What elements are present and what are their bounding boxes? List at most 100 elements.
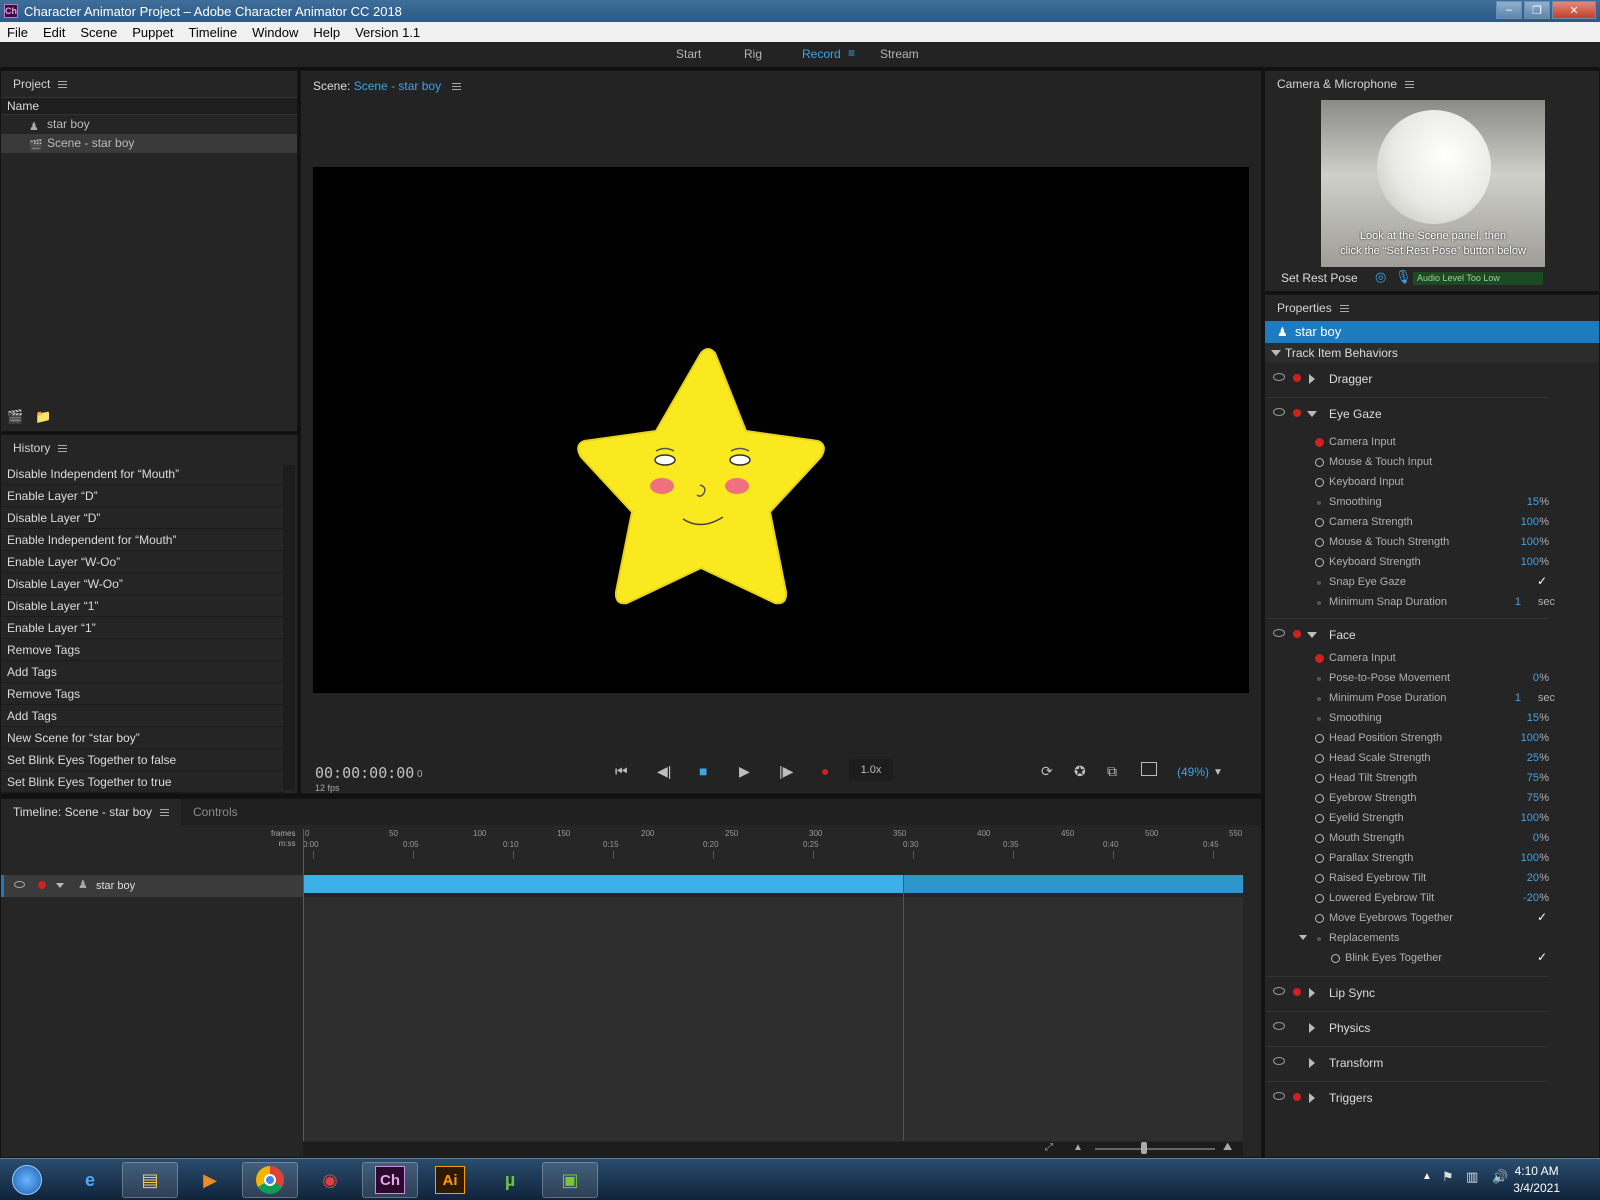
- menu-edit[interactable]: Edit: [36, 25, 73, 40]
- step-back-icon[interactable]: ◀|: [657, 763, 671, 780]
- network-icon[interactable]: ▥: [1466, 1169, 1478, 1185]
- file-explorer-icon[interactable]: ▤: [122, 1162, 178, 1198]
- panel-menu-icon[interactable]: [1405, 80, 1415, 88]
- menu-help[interactable]: Help: [306, 25, 348, 40]
- zoom-in-icon[interactable]: ⛰: [1223, 1141, 1232, 1154]
- eye-icon[interactable]: [1273, 629, 1285, 637]
- playback-speed[interactable]: 1.0x: [849, 759, 893, 781]
- arm-icon[interactable]: [1293, 1093, 1301, 1101]
- value-scrubber[interactable]: 100: [1521, 852, 1539, 864]
- history-item[interactable]: Remove Tags: [1, 683, 283, 705]
- workspace-stream[interactable]: Stream: [880, 47, 919, 61]
- fit-frame-icon[interactable]: [1141, 762, 1157, 776]
- arm-radio[interactable]: [1315, 478, 1324, 487]
- arm-radio[interactable]: [1315, 734, 1324, 743]
- checkbox-checked[interactable]: ✓: [1537, 950, 1547, 964]
- workspace-rig[interactable]: Rig: [744, 47, 762, 61]
- workspace-menu-icon[interactable]: ≡: [848, 46, 855, 60]
- action-center-icon[interactable]: ⚑: [1442, 1169, 1454, 1185]
- menu-puppet[interactable]: Puppet: [125, 25, 181, 40]
- collapse-icon[interactable]: [1307, 632, 1317, 643]
- android-icon[interactable]: ▣: [542, 1162, 598, 1198]
- armed-radio[interactable]: [1315, 654, 1324, 663]
- project-item-scene[interactable]: 🎬 Scene - star boy: [1, 134, 297, 153]
- new-folder-icon[interactable]: 📁: [35, 409, 51, 425]
- value-scrubber[interactable]: 15: [1527, 712, 1539, 724]
- expand-icon[interactable]: ⤢: [1045, 1142, 1053, 1153]
- eye-icon[interactable]: [1273, 987, 1285, 995]
- history-item[interactable]: Enable Layer “D”: [1, 485, 283, 507]
- face-move-eyebrows-together[interactable]: Move Eyebrows Together ✓: [1265, 909, 1599, 929]
- history-item[interactable]: Enable Layer “W-Oo”: [1, 551, 283, 573]
- menu-file[interactable]: File: [0, 25, 36, 40]
- value-scrubber[interactable]: 75: [1527, 772, 1539, 784]
- eye-gaze-camera-input[interactable]: Camera Input: [1265, 433, 1599, 453]
- go-to-start-icon[interactable]: ⏮: [615, 763, 628, 780]
- history-item[interactable]: Disable Independent for “Mouth”: [1, 463, 283, 485]
- timeline-area[interactable]: [303, 897, 1243, 1141]
- history-item[interactable]: Remove Tags: [1, 639, 283, 661]
- arm-icon[interactable]: [1293, 409, 1301, 417]
- value-scrubber[interactable]: -20: [1523, 892, 1539, 904]
- value-scrubber[interactable]: 0: [1533, 672, 1539, 684]
- eye-gaze-camera-strength[interactable]: Camera Strength 100%: [1265, 513, 1599, 533]
- value-scrubber[interactable]: 100: [1521, 536, 1539, 548]
- collapse-icon[interactable]: [1307, 411, 1317, 422]
- behavior-eye-gaze[interactable]: Eye Gaze: [1265, 398, 1549, 433]
- project-item-puppet[interactable]: ♟ star boy: [1, 115, 297, 134]
- behavior-dragger[interactable]: Dragger: [1265, 363, 1549, 398]
- arm-radio[interactable]: [1331, 954, 1340, 963]
- eye-icon[interactable]: [1273, 408, 1285, 416]
- expand-icon[interactable]: [1309, 1023, 1315, 1033]
- value-scrubber[interactable]: 100: [1521, 812, 1539, 824]
- history-item[interactable]: Disable Layer “W-Oo”: [1, 573, 283, 595]
- arm-radio[interactable]: [1315, 774, 1324, 783]
- utorrent-icon[interactable]: µ: [482, 1162, 538, 1198]
- face-eyebrow-strength[interactable]: Eyebrow Strength 75%: [1265, 789, 1599, 809]
- arm-radio[interactable]: [1315, 874, 1324, 883]
- history-item[interactable]: Set Blink Eyes Together to false: [1, 749, 283, 771]
- panel-menu-icon[interactable]: [58, 80, 68, 88]
- track-bar[interactable]: [303, 875, 1243, 893]
- illustrator-icon[interactable]: Ai: [422, 1162, 478, 1198]
- face-blink-eyes-together[interactable]: Blink Eyes Together ✓: [1265, 949, 1599, 969]
- eye-icon[interactable]: [1273, 1022, 1285, 1030]
- behavior-face[interactable]: Face: [1265, 619, 1549, 649]
- arm-radio[interactable]: [1315, 914, 1324, 923]
- history-item[interactable]: Set Blink Eyes Together to true: [1, 771, 283, 793]
- eye-gaze-min-snap-duration[interactable]: Minimum Snap Duration 1 sec: [1265, 593, 1599, 613]
- expand-icon[interactable]: [1309, 374, 1315, 384]
- arm-icon[interactable]: [38, 881, 46, 889]
- stop-icon[interactable]: ■: [699, 763, 707, 779]
- value-scrubber[interactable]: 15: [1527, 496, 1539, 508]
- checkbox-checked[interactable]: ✓: [1537, 910, 1547, 924]
- collapse-icon[interactable]: [1299, 935, 1307, 940]
- history-item[interactable]: Disable Layer “1”: [1, 595, 283, 617]
- value-scrubber[interactable]: 100: [1521, 516, 1539, 528]
- menu-window[interactable]: Window: [245, 25, 306, 40]
- arm-icon[interactable]: [1293, 374, 1301, 382]
- media-player-icon[interactable]: ▶: [182, 1162, 238, 1198]
- tab-controls[interactable]: Controls: [181, 799, 250, 825]
- step-forward-icon[interactable]: |▶: [779, 763, 793, 780]
- face-replacements[interactable]: Replacements: [1265, 929, 1599, 949]
- internet-explorer-icon[interactable]: e: [62, 1162, 118, 1198]
- loop-icon[interactable]: ⟳: [1041, 763, 1053, 780]
- face-raised-eyebrow-tilt[interactable]: Raised Eyebrow Tilt 20%: [1265, 869, 1599, 889]
- arm-radio[interactable]: [1315, 894, 1324, 903]
- project-column-name[interactable]: Name: [1, 97, 297, 115]
- menu-timeline[interactable]: Timeline: [181, 25, 245, 40]
- puppet-rig-icon[interactable]: ✪: [1074, 763, 1086, 780]
- zoom-slider-thumb[interactable]: [1141, 1142, 1147, 1154]
- history-item[interactable]: Enable Independent for “Mouth”: [1, 529, 283, 551]
- history-scrollbar[interactable]: [283, 465, 295, 790]
- arm-radio[interactable]: [1315, 558, 1324, 567]
- minimize-button[interactable]: –: [1496, 1, 1522, 19]
- panel-menu-icon[interactable]: [452, 83, 462, 90]
- checkbox-checked[interactable]: ✓: [1537, 574, 1547, 588]
- workspace-record[interactable]: Record: [802, 47, 841, 61]
- value-scrubber[interactable]: 25: [1527, 752, 1539, 764]
- face-mouth-strength[interactable]: Mouth Strength 0%: [1265, 829, 1599, 849]
- panel-menu-icon[interactable]: [159, 808, 169, 816]
- face-head-tilt-strength[interactable]: Head Tilt Strength 75%: [1265, 769, 1599, 789]
